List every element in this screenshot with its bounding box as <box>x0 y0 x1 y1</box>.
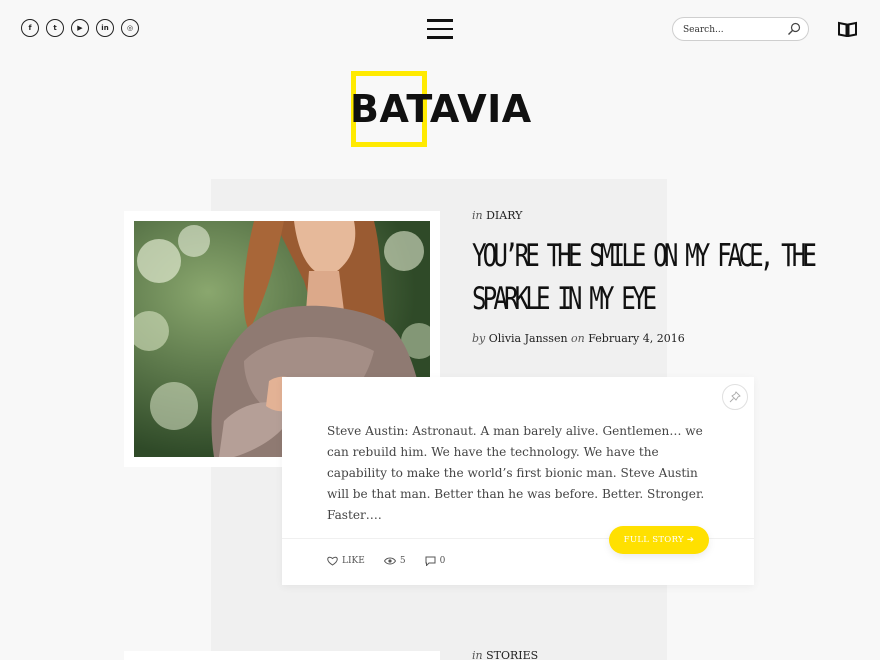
comment-icon <box>425 556 436 566</box>
excerpt-card: Steve Austin: Astronaut. A man barely al… <box>282 377 754 585</box>
category-prefix: in <box>472 209 483 222</box>
category-link[interactable]: DIARY <box>486 209 522 222</box>
category-link-2[interactable]: STORIES <box>486 649 538 660</box>
post-title-line-2[interactable]: SPARKLE IN MY EYE <box>472 278 690 321</box>
comments-count[interactable]: 0 <box>425 556 446 566</box>
heart-icon <box>327 556 338 566</box>
post-actions: LIKE 5 0 <box>327 556 464 566</box>
book-icon[interactable] <box>838 21 857 37</box>
search-box <box>672 17 809 41</box>
pin-icon <box>729 391 741 403</box>
pin-button[interactable] <box>722 384 748 410</box>
search-input[interactable] <box>683 22 783 37</box>
image-frame-2 <box>124 651 440 660</box>
linkedin-icon[interactable]: in <box>96 19 114 37</box>
like-label: LIKE <box>342 556 365 566</box>
category-prefix-2: in <box>472 649 483 660</box>
on-prefix: on <box>571 332 585 345</box>
youtube-icon[interactable]: ▶ <box>71 19 89 37</box>
post-category: in DIARY <box>472 209 522 222</box>
full-story-button[interactable]: FULL STORY ➔ <box>609 526 709 554</box>
post-byline: by Olivia Janssen on February 4, 2016 <box>472 332 685 345</box>
facebook-icon[interactable]: f <box>21 19 39 37</box>
comments-value: 0 <box>439 556 446 566</box>
eye-icon <box>383 557 396 565</box>
author-link[interactable]: Olivia Janssen <box>489 332 568 345</box>
post-title-line-1[interactable]: YOU’RE THE SMILE ON MY FACE, THE <box>472 235 817 278</box>
site-logo[interactable]: BATAVIA <box>350 86 532 132</box>
post-title[interactable]: YOU’RE THE SMILE ON MY FACE, THE SPARKLE… <box>472 235 817 321</box>
menu-icon[interactable] <box>427 19 453 39</box>
views-count: 5 <box>383 556 406 566</box>
views-value: 5 <box>399 556 406 566</box>
post-excerpt: Steve Austin: Astronaut. A man barely al… <box>327 424 705 522</box>
post-category-2: in STORIES <box>472 649 538 660</box>
twitter-icon[interactable]: t <box>46 19 64 37</box>
social-links: f t ▶ in ◎ <box>21 19 139 37</box>
by-prefix: by <box>472 332 486 345</box>
like-button[interactable]: LIKE <box>327 556 365 566</box>
post-date[interactable]: February 4, 2016 <box>588 332 684 345</box>
instagram-icon[interactable]: ◎ <box>121 19 139 37</box>
search-icon[interactable] <box>787 22 801 36</box>
